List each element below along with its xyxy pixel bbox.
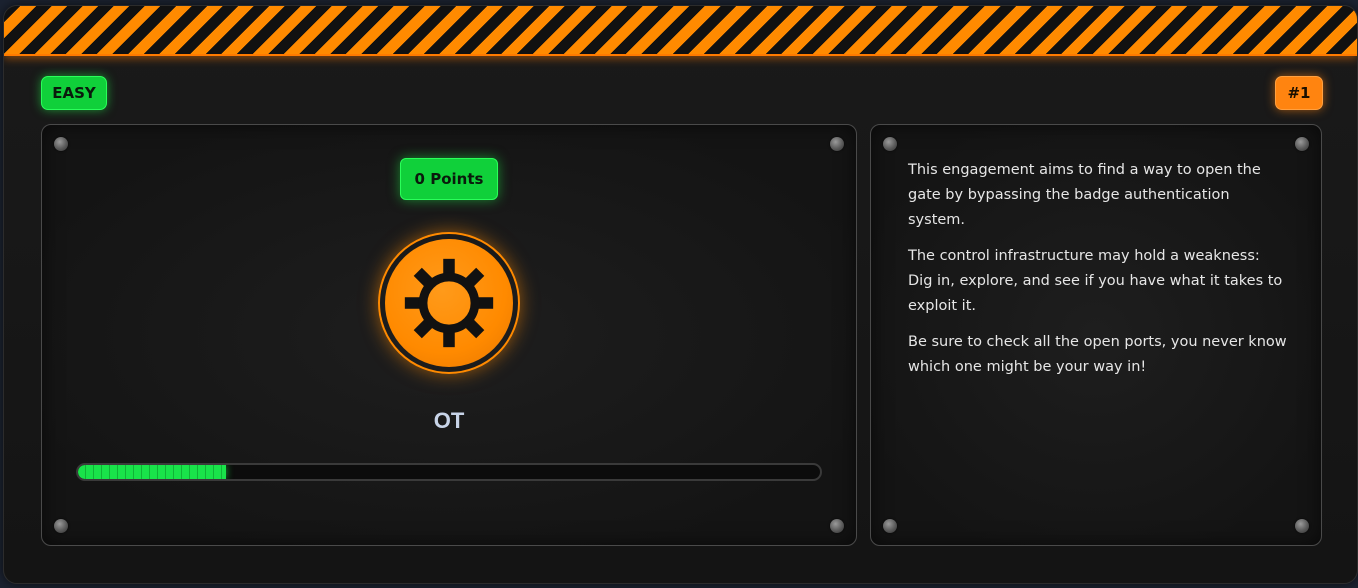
rivet-icon (883, 519, 897, 533)
category-icon-ring (378, 232, 520, 374)
gear-icon (404, 258, 494, 348)
rivet-icon (830, 519, 844, 533)
rank-badge: #1 (1275, 76, 1323, 110)
description-paragraph: The control infrastructure may hold a we… (908, 248, 1283, 314)
hazard-stripe-banner (4, 6, 1357, 56)
rivet-icon (830, 137, 844, 151)
description-paragraph: Be sure to check all the open ports, you… (908, 334, 1287, 375)
description-paragraph: This engagement aims to find a way to op… (908, 162, 1261, 228)
points-badge: 0 Points (400, 158, 498, 200)
challenge-description-panel: This engagement aims to find a way to op… (870, 124, 1322, 546)
rivet-icon (1295, 137, 1309, 151)
challenge-description: This engagement aims to find a way to op… (908, 158, 1288, 391)
progress-bar-fill (78, 465, 227, 479)
rivet-icon (54, 519, 68, 533)
challenge-card[interactable]: EASY #1 0 Points OT This engagement aims… (3, 5, 1358, 584)
rivet-icon (54, 137, 68, 151)
rivet-icon (1295, 519, 1309, 533)
rivet-icon (883, 137, 897, 151)
progress-bar (76, 463, 822, 481)
difficulty-badge: EASY (41, 76, 107, 110)
challenge-info-panel: 0 Points OT (41, 124, 857, 546)
category-label: OT (433, 408, 465, 433)
